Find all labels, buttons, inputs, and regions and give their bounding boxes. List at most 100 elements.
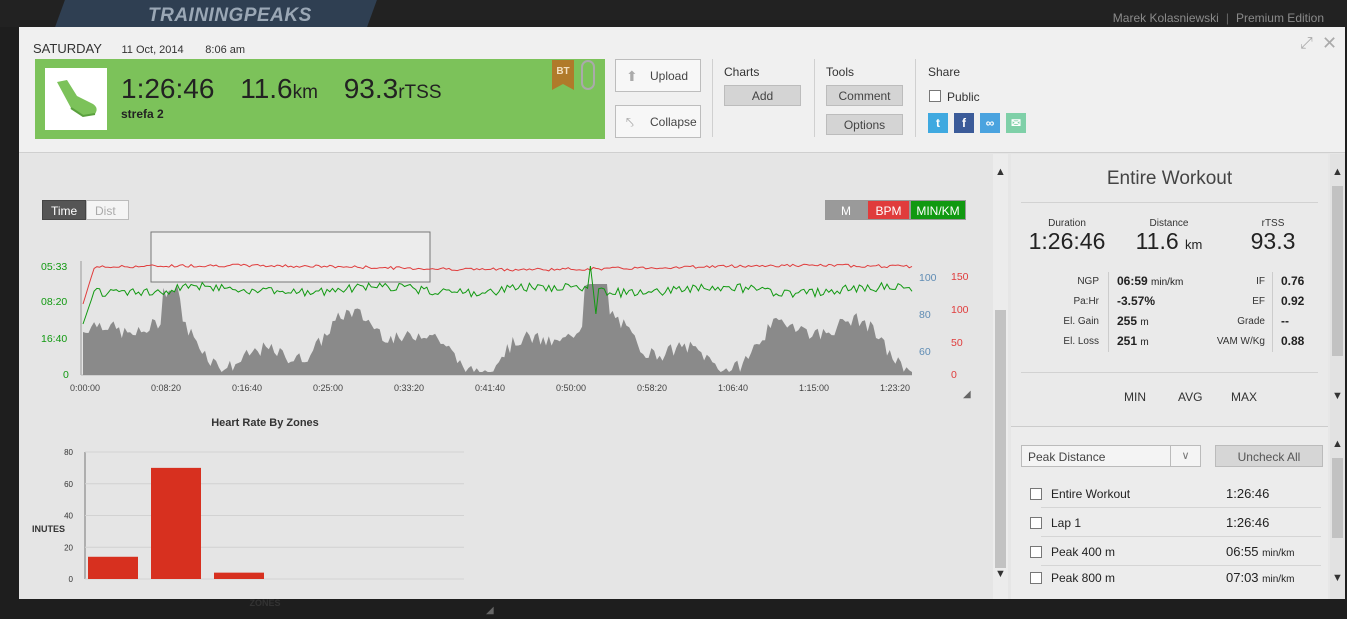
pace-tick: 0 — [63, 369, 69, 381]
metric-label: El. Gain — [1063, 316, 1099, 327]
zones-y-tick: 20 — [64, 543, 73, 552]
metric-label: IF — [1256, 276, 1265, 287]
collapse-button[interactable]: ⤣ Collapse — [615, 105, 701, 138]
peak-checkbox[interactable] — [1030, 572, 1042, 584]
charts-scrollbar[interactable]: ▲ ▼ — [993, 154, 1008, 599]
workout-title[interactable]: strefa 2 — [121, 107, 164, 121]
workout-modal: SATURDAY 11 Oct, 2014 8:06 am 1:26:46 11… — [19, 27, 1345, 616]
elevation-tick: 80 — [919, 309, 931, 321]
peak-name: Entire Workout — [1051, 487, 1131, 501]
resize-handle-icon[interactable]: ◢ — [963, 389, 971, 400]
workout-time: 8:06 am — [205, 44, 246, 56]
hr-tick: 100 — [951, 304, 969, 316]
user-divider: | — [1225, 11, 1229, 25]
close-icon[interactable]: ✕ — [1322, 33, 1337, 54]
email-icon[interactable]: ✉ — [1006, 113, 1026, 133]
peak-checkbox[interactable] — [1030, 546, 1042, 558]
metric-value: 0.92 — [1281, 294, 1305, 308]
expand-icon[interactable]: ⤢ — [1300, 35, 1313, 53]
zone-bar[interactable] — [151, 467, 201, 579]
peak-value: 06:55 min/km — [1226, 544, 1295, 559]
sport-box[interactable] — [45, 68, 107, 130]
hr-zones-chart: Heart Rate By Zones INUTES ZONES 80 60 40 2… — [32, 417, 494, 616]
twitter-icon[interactable]: t — [928, 113, 948, 133]
metric-label: EF — [1252, 296, 1265, 307]
attachment-icon[interactable] — [581, 60, 595, 90]
upload-icon: ⬆ — [626, 68, 638, 84]
duration-value: 1:26:46 — [1028, 228, 1106, 254]
zones-y-tick: 0 — [69, 575, 74, 584]
metric-label: Grade — [1237, 316, 1265, 327]
peak-row[interactable]: Entire Workout 1:26:46 — [1011, 480, 1328, 508]
zone-bar[interactable] — [214, 572, 264, 579]
x-tick-label: 1:06:40 — [718, 383, 748, 393]
workout-date-line: SATURDAY 11 Oct, 2014 8:06 am — [33, 41, 263, 56]
metric-value: 0.88 — [1281, 334, 1305, 348]
public-checkbox[interactable] — [929, 90, 941, 102]
tools-label: Tools — [826, 65, 855, 79]
pace-tick: 08:20 — [41, 296, 67, 308]
uncheck-all-button[interactable]: Uncheck All — [1215, 445, 1323, 467]
comment-button[interactable]: Comment — [826, 85, 903, 106]
hr-zones-ylabel: INUTES — [32, 524, 65, 534]
distance-display: 11.6 km — [1119, 228, 1219, 255]
zone-bar[interactable] — [88, 556, 138, 579]
brand-logo[interactable]: TRAININGPEAKS — [148, 5, 312, 27]
resize-handle-icon[interactable]: ◢ — [486, 605, 494, 616]
charts-area: Time Dist M BPM MIN/KM 05:33 08:20 16:40… — [19, 154, 1008, 616]
pace-tick: 05:33 — [41, 261, 67, 273]
peak-row[interactable]: Peak 400 m 06:55 min/km — [1011, 538, 1328, 566]
scroll-up-icon[interactable]: ▲ — [1330, 166, 1345, 178]
x-tick-label: 0:33:20 — [394, 383, 424, 393]
distance-unit: km — [1185, 237, 1203, 252]
workout-graph[interactable]: 05:33 08:20 16:40 0 100 80 60 150 100 50… — [19, 154, 993, 404]
link-icon[interactable]: ∞ — [980, 113, 1000, 133]
peaks-scrollbar[interactable]: ▲ ▼ — [1330, 426, 1345, 599]
bt-badge[interactable]: BT — [552, 60, 574, 90]
edition-label: Premium Edition — [1235, 11, 1324, 25]
running-shoe-icon — [57, 80, 97, 118]
scroll-up-icon[interactable]: ▲ — [993, 166, 1008, 178]
scroll-down-icon[interactable]: ▼ — [1330, 390, 1345, 402]
elevation-tick: 60 — [919, 346, 931, 358]
peak-value: 07:03 min/km — [1226, 570, 1295, 585]
metric-value: -3.57% — [1117, 294, 1156, 308]
max-header: MAX — [1231, 390, 1258, 404]
peak-checkbox[interactable] — [1030, 517, 1042, 529]
peak-type-select[interactable]: Peak Distance ∨ — [1021, 445, 1201, 467]
workout-summary-bar: 1:26:46 11.6km 93.3rTSS strefa 2 BT — [35, 59, 605, 139]
workout-duration: 1:26:46 — [121, 73, 215, 104]
x-tick-label: 0:58:20 — [637, 383, 667, 393]
entire-workout-summary: Entire Workout Duration 1:26:46 Distance… — [1011, 154, 1328, 426]
stats-panel: Entire Workout Duration 1:26:46 Distance… — [1011, 154, 1345, 599]
hr-tick: 50 — [951, 337, 963, 349]
upload-button[interactable]: ⬆ Upload — [615, 59, 701, 92]
zones-y-tick: 40 — [64, 512, 73, 521]
user-info: Marek Kolasniewski | Premium Edition — [1113, 11, 1324, 25]
peak-name: Lap 1 — [1051, 516, 1082, 530]
peak-row[interactable]: Lap 1 1:26:46 — [1011, 509, 1328, 537]
summary-scroll-thumb[interactable] — [1332, 186, 1343, 356]
chevron-down-icon[interactable]: ∨ — [1170, 446, 1200, 466]
charts-scroll-thumb[interactable] — [995, 310, 1006, 568]
options-button[interactable]: Options — [826, 114, 903, 135]
peak-value: 1:26:46 — [1226, 486, 1270, 501]
peak-checkbox[interactable] — [1030, 488, 1042, 500]
charts-label: Charts — [724, 65, 760, 79]
scroll-down-icon[interactable]: ▼ — [993, 568, 1008, 580]
scroll-down-icon[interactable]: ▼ — [1330, 572, 1345, 584]
metric-value: 251 m — [1117, 334, 1149, 348]
user-name[interactable]: Marek Kolasniewski — [1113, 11, 1219, 25]
hr-tick: 150 — [951, 271, 969, 283]
summary-scrollbar[interactable]: ▲ ▼ — [1330, 154, 1345, 426]
facebook-icon[interactable]: f — [954, 113, 974, 133]
scroll-up-icon[interactable]: ▲ — [1330, 438, 1345, 450]
distance-value: 11.6 — [1135, 228, 1179, 254]
workout-big-stats: 1:26:46 11.6km 93.3rTSS — [121, 73, 442, 105]
peak-type-value: Peak Distance — [1028, 450, 1106, 464]
add-chart-button[interactable]: Add — [724, 85, 801, 106]
peak-row[interactable]: Peak 800 m 07:03 min/km — [1011, 564, 1328, 592]
peaks-scroll-thumb[interactable] — [1332, 458, 1343, 538]
zoom-selection-box[interactable] — [150, 231, 431, 283]
peak-name: Peak 400 m — [1051, 545, 1116, 559]
